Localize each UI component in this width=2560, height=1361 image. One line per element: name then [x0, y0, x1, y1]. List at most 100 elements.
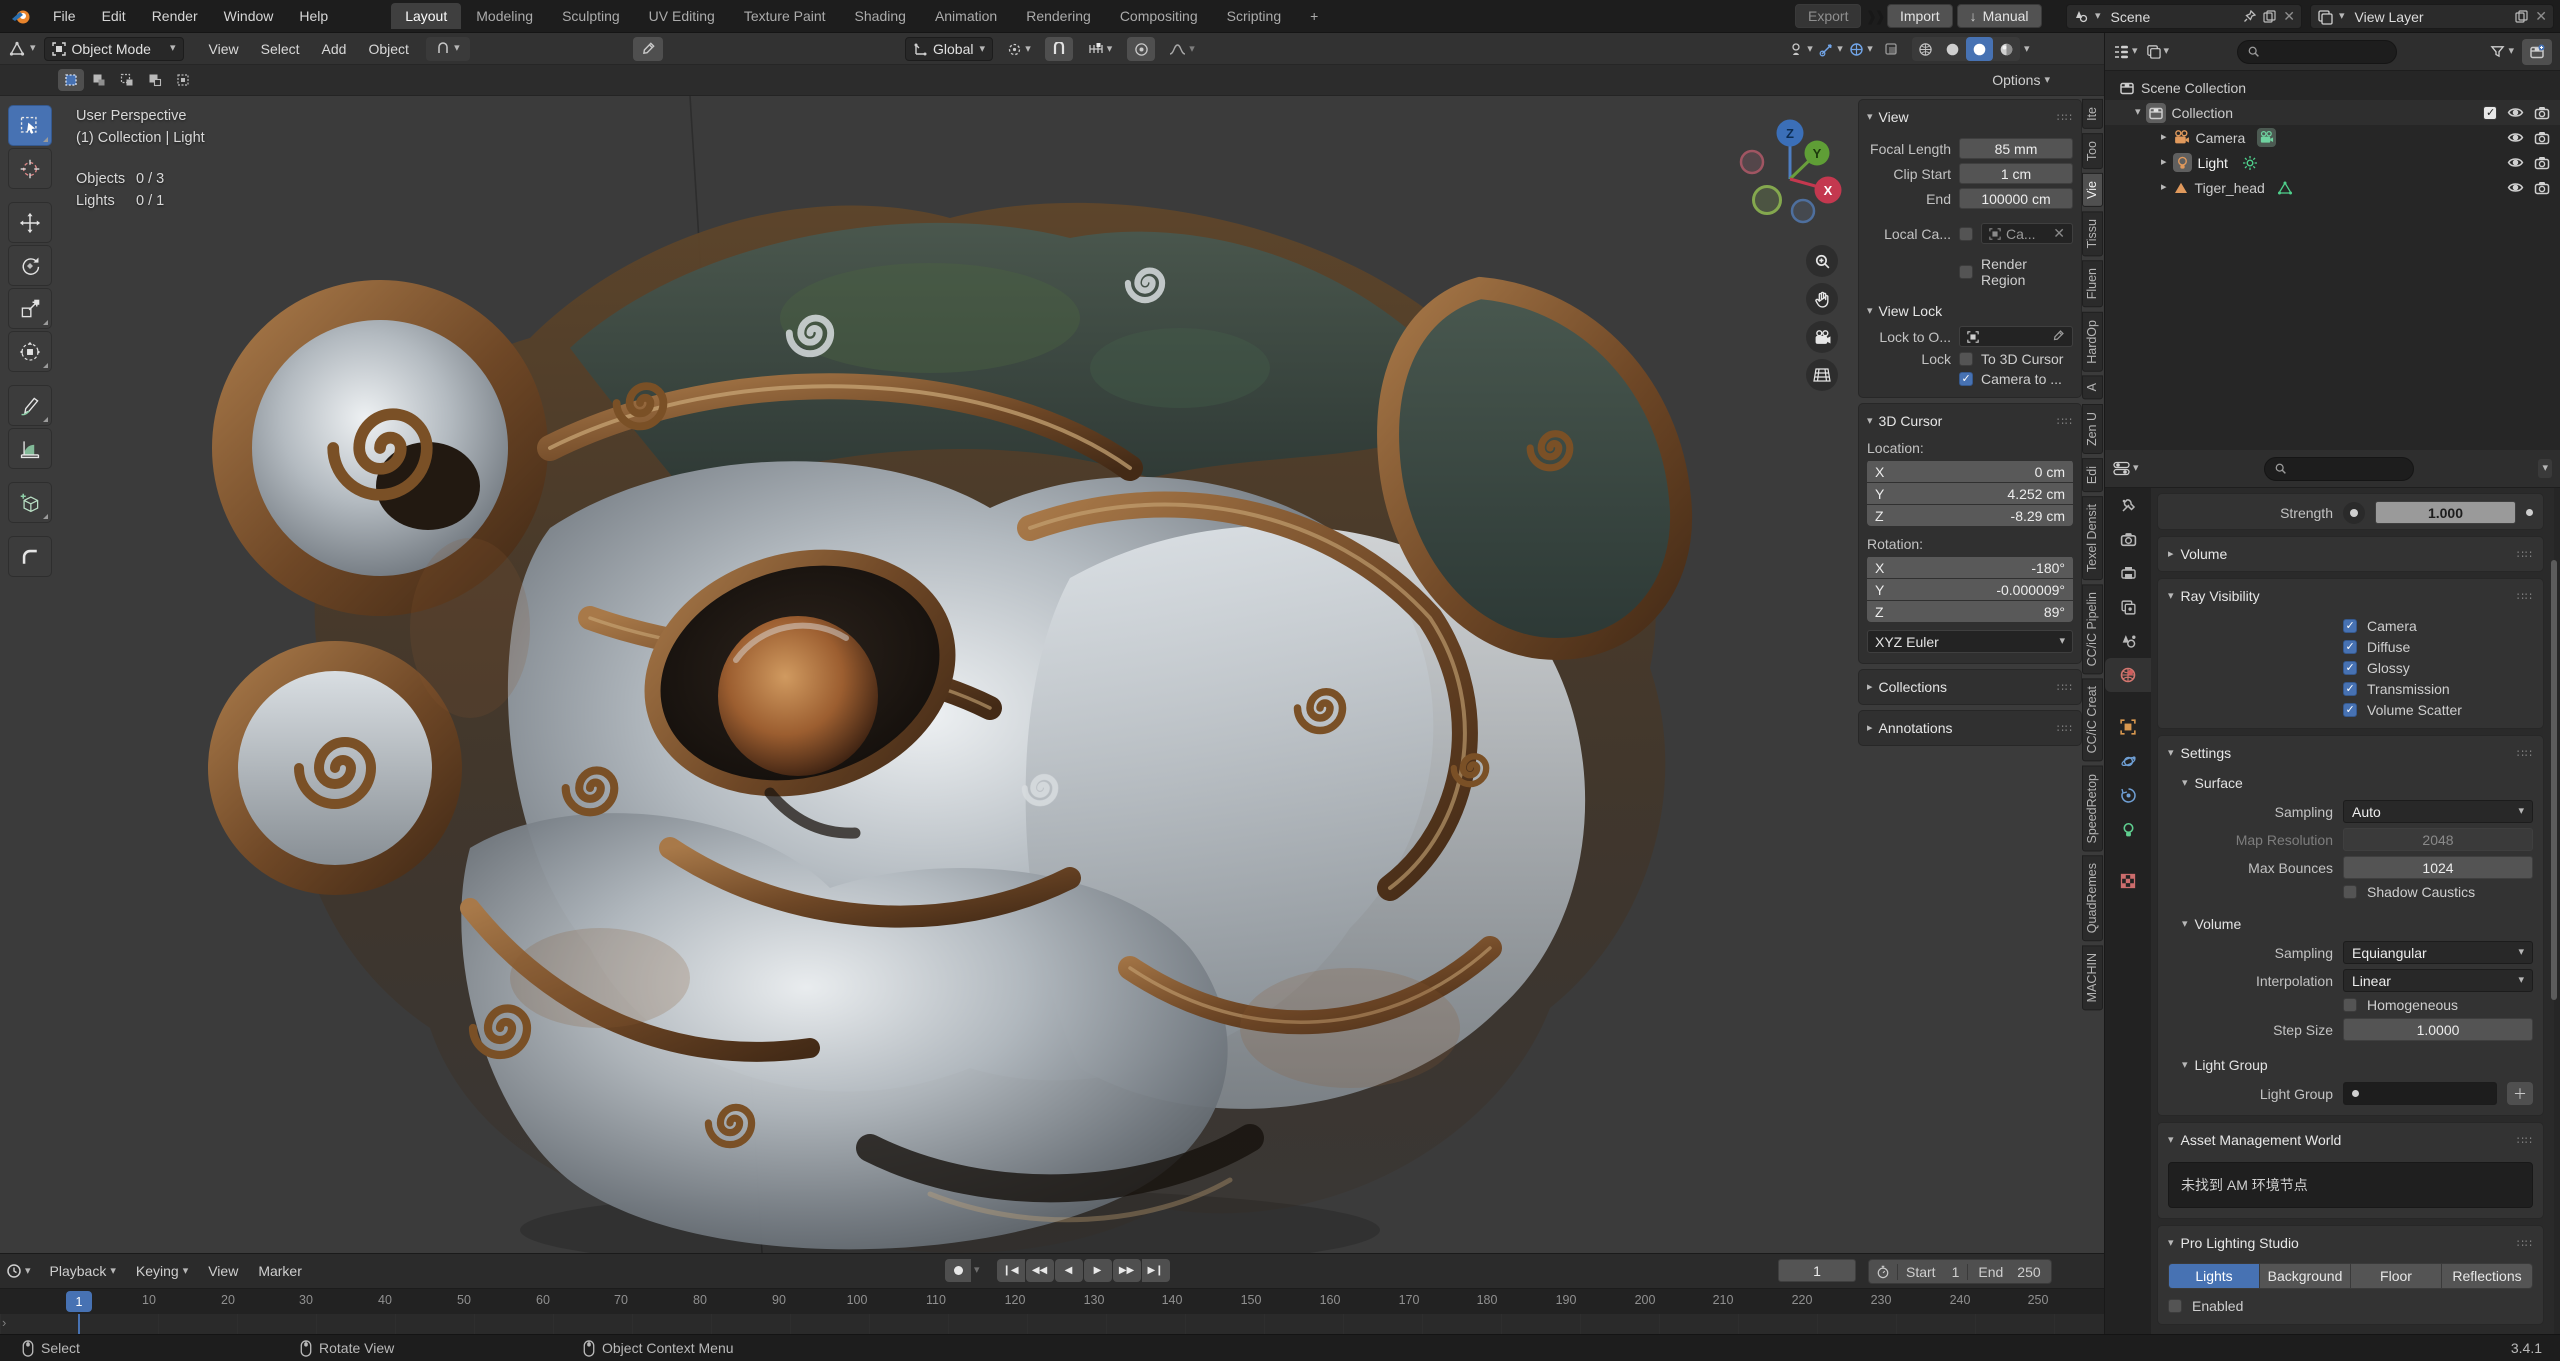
properties-options-chevron[interactable]: ▾ [2538, 459, 2552, 478]
pls-tab-floor[interactable]: Floor [2351, 1264, 2442, 1288]
collapse-light-group[interactable]: ▾ [2182, 1059, 2188, 1071]
playback-menu[interactable]: Playback ▾ [41, 1263, 125, 1279]
cursor-loc-z-field[interactable]: Z -8.29 cm [1867, 505, 2073, 526]
volume-sampling-dropdown[interactable]: Equiangular ▾ [2343, 941, 2533, 964]
shading-dropdown-chevron[interactable]: ▾ [2024, 43, 2030, 55]
light-group-field[interactable] [2343, 1082, 2497, 1105]
tiger-head-model[interactable] [170, 148, 1730, 1253]
shading-rendered-button[interactable] [1993, 37, 2020, 61]
select-mode-set-button[interactable] [58, 69, 84, 91]
viewport-3d[interactable]: ▾ Object Mode ▾ View Select Add Object ▾ … [0, 33, 2104, 1253]
clip-end-field[interactable]: 100000 cm [1959, 188, 2073, 209]
collapse-pro-lighting[interactable]: ▾ [2168, 1237, 2174, 1249]
annotations-panel[interactable]: ▸ Annotations ∷∷ [1858, 710, 2082, 746]
ray-camera-checkbox[interactable] [2343, 619, 2357, 633]
select-mode-invert-button[interactable] [142, 69, 168, 91]
workspace-tab-compositing[interactable]: Compositing [1106, 3, 1212, 29]
tab-ccic-create[interactable]: CC/iC Creat [2082, 678, 2103, 762]
start-frame-field[interactable]: Start 1 [1897, 1263, 1967, 1280]
perspective-toggle-button[interactable] [1806, 359, 1838, 391]
collapse-surface[interactable]: ▾ [2182, 777, 2188, 789]
lock-3d-cursor-checkbox[interactable] [1959, 352, 1973, 366]
tab-tool-properties[interactable] [2105, 488, 2151, 522]
cursor-rot-x-field[interactable]: X -180° [1867, 557, 2073, 578]
current-frame-indicator[interactable]: 1 [66, 1291, 92, 1312]
view-layer-selector[interactable]: ▾ View Layer ✕ [2310, 4, 2554, 29]
play-reverse-button[interactable]: ◀ [1054, 1259, 1083, 1282]
falloff-dropdown[interactable]: ▾ [1160, 37, 1204, 61]
strength-slider[interactable]: 1.000 [2375, 501, 2516, 524]
clip-start-field[interactable]: 1 cm [1959, 163, 2073, 184]
tab-object-properties[interactable] [2105, 710, 2151, 744]
pls-tab-background[interactable]: Background [2260, 1264, 2351, 1288]
end-frame-field[interactable]: End 250 [1967, 1263, 2050, 1280]
tab-tool[interactable]: Too [2082, 132, 2103, 170]
tab-tissue[interactable]: Tissu [2082, 210, 2103, 257]
new-scene-icon[interactable] [2263, 10, 2276, 23]
collections-panel[interactable]: ▸ Collections ∷∷ [1858, 669, 2082, 705]
auto-keying-button[interactable] [945, 1259, 971, 1282]
select-mode-subtract-button[interactable] [114, 69, 140, 91]
tool-transform[interactable] [8, 331, 52, 372]
shading-solid-button[interactable] [1939, 37, 1966, 61]
step-size-field[interactable]: 1.0000 [2343, 1018, 2533, 1041]
collapse-volume-sub[interactable]: ▾ [2182, 918, 2188, 930]
focal-length-field[interactable]: 85 mm [1959, 138, 2073, 159]
snap-magnet-toggle[interactable] [1045, 37, 1073, 61]
tab-texel-density[interactable]: Texel Densit [2082, 495, 2103, 580]
timeline-editor-dropdown[interactable]: ▾ [6, 1263, 31, 1279]
new-view-layer-icon[interactable] [2515, 10, 2528, 23]
current-frame-field[interactable]: 1 [1778, 1259, 1856, 1282]
hide-eye-icon[interactable] [2507, 104, 2524, 121]
tab-zenuv[interactable]: Zen U [2082, 403, 2103, 454]
tool-add-cube[interactable] [8, 482, 52, 523]
outliner-row-scene-collection[interactable]: Scene Collection [2105, 75, 2560, 100]
pivot-point-dropdown[interactable]: ▾ [998, 37, 1040, 61]
display-mode-dropdown[interactable]: ▾ [2146, 44, 2169, 59]
timeline-ruler[interactable]: 10 20 30 40 50 60 70 80 90 100 110 120 1… [0, 1288, 2104, 1314]
cursor-loc-x-field[interactable]: X0 cm [1867, 461, 2073, 482]
active-tool-dropdown[interactable]: ▾ [425, 36, 470, 61]
render-visibility-icon[interactable] [2534, 105, 2550, 121]
panel-drag-grip[interactable]: ∷∷ [2057, 415, 2073, 428]
mode-dropdown[interactable]: Object Mode ▾ [43, 36, 184, 61]
menu-render[interactable]: Render [139, 4, 211, 28]
outliner-search-input[interactable] [2237, 39, 2398, 64]
render-visibility-icon[interactable] [2534, 155, 2550, 171]
menu-help[interactable]: Help [286, 4, 341, 28]
workspace-tab-shading[interactable]: Shading [841, 3, 920, 29]
workspace-tab-rendering[interactable]: Rendering [1012, 3, 1105, 29]
decorator-dot[interactable] [2526, 509, 2533, 516]
tool-cursor[interactable] [8, 148, 52, 189]
tab-fluent[interactable]: Fluen [2082, 260, 2103, 308]
workspace-tab-modeling[interactable]: Modeling [462, 3, 547, 29]
xray-toggle[interactable] [1878, 37, 1904, 61]
lock-to-object-field[interactable] [1959, 326, 2073, 347]
viewport-menu-select[interactable]: Select [250, 41, 311, 57]
workspace-tab-layout[interactable]: Layout [391, 3, 462, 29]
workspace-tab-animation[interactable]: Animation [921, 3, 1011, 29]
import-button[interactable]: Import [1886, 4, 1953, 28]
tab-view-layer-properties[interactable] [2105, 590, 2151, 624]
properties-scrollbar[interactable] [2551, 560, 2557, 1000]
viewport-menu-view[interactable]: View [198, 41, 250, 57]
tab-machin3[interactable]: MACHIN [2082, 945, 2103, 1011]
surface-sampling-dropdown[interactable]: Auto ▾ [2343, 800, 2533, 823]
pin-icon[interactable] [2243, 10, 2257, 23]
tool-scale[interactable] [8, 288, 52, 329]
tab-item[interactable]: Ite [2082, 99, 2103, 129]
editor-type-chevron[interactable]: ▾ [30, 43, 36, 54]
cursor-loc-y-field[interactable]: Y 4.252 cm [1867, 483, 2073, 504]
hide-eye-icon[interactable] [2507, 129, 2524, 146]
tab-render-properties[interactable] [2105, 522, 2151, 556]
tool-move[interactable] [8, 202, 52, 243]
scene-selector[interactable]: ▾ Scene ✕ [2066, 4, 2302, 29]
timeline-view-menu[interactable]: View [199, 1263, 247, 1279]
scroll-arrow[interactable]: › [2, 1315, 6, 1330]
pls-tab-reflections[interactable]: Reflections [2442, 1264, 2532, 1288]
select-mode-extend-button[interactable] [86, 69, 112, 91]
shading-material-button[interactable] [1966, 37, 1993, 61]
select-mode-intersect-button[interactable] [170, 69, 196, 91]
tab-speedretopo[interactable]: SpeedRetop [2082, 765, 2103, 852]
manual-button[interactable]: ↓ Manual [1956, 4, 2042, 28]
